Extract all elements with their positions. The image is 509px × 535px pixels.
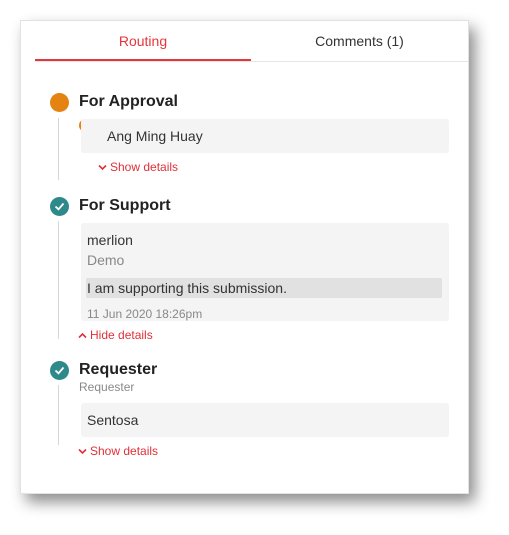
tab-comments[interactable]: Comments (1) <box>251 21 468 61</box>
routing-panel: Routing Comments (1) For Approval Ang Mi… <box>20 20 469 494</box>
chevron-down-icon <box>78 449 87 455</box>
check-icon <box>54 202 65 211</box>
show-details-requester[interactable]: Show details <box>78 444 158 458</box>
support-user: merlion <box>87 232 133 248</box>
tab-routing[interactable]: Routing <box>35 21 251 61</box>
stage-subtitle-requester: Requester <box>79 380 135 394</box>
requester-card: Sentosa <box>81 403 449 437</box>
hide-details-support[interactable]: Hide details <box>78 328 153 342</box>
done-status-icon <box>50 197 69 216</box>
support-org: Demo <box>87 252 125 268</box>
toggle-label: Hide details <box>90 328 153 342</box>
assignee-card: Ang Ming Huay <box>81 119 449 153</box>
tab-bar: Routing Comments (1) <box>35 21 468 62</box>
stage-title-support: For Support <box>79 197 171 214</box>
check-icon <box>54 366 65 375</box>
show-details-approval[interactable]: Show details <box>98 160 178 174</box>
support-timestamp: 11 Jun 2020 18:26pm <box>87 307 203 321</box>
timeline-line <box>58 118 59 180</box>
pending-status-icon <box>50 93 69 112</box>
toggle-label: Show details <box>110 160 179 174</box>
toggle-label: Show details <box>90 444 159 458</box>
assignee-name: Ang Ming Huay <box>107 128 203 144</box>
requester-name: Sentosa <box>87 412 139 428</box>
support-comment: I am supporting this submission. <box>86 278 442 298</box>
done-status-icon <box>50 361 69 380</box>
stage-title-approval: For Approval <box>79 93 178 110</box>
support-comment-text: I am supporting this submission. <box>87 280 287 296</box>
chevron-up-icon <box>78 333 87 339</box>
stage-title-requester: Requester <box>79 361 158 378</box>
timeline-line <box>58 221 59 339</box>
timeline-line <box>58 385 59 445</box>
chevron-down-icon <box>98 165 107 171</box>
